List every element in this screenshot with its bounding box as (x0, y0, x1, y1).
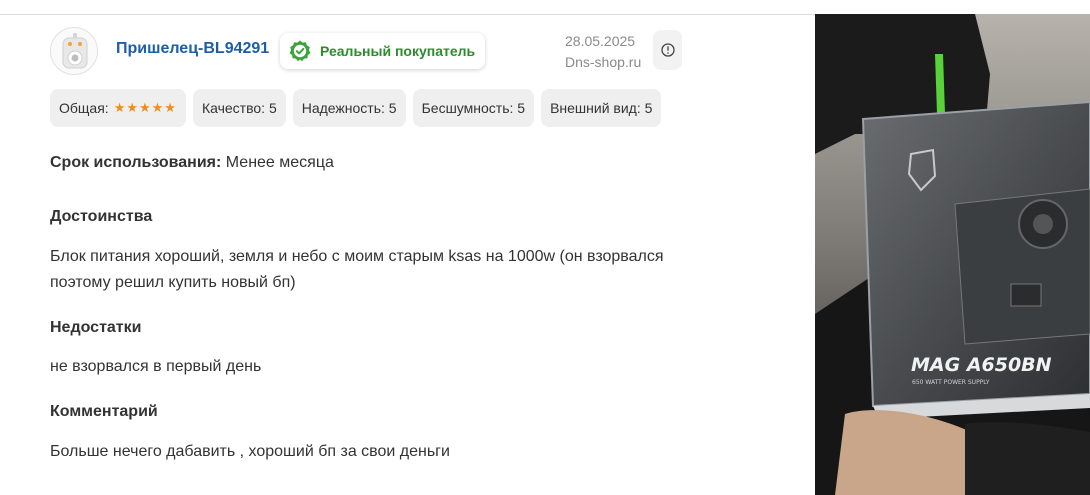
verified-check-icon (288, 39, 312, 63)
review-source: Dns-shop.ru (565, 54, 642, 70)
pros-title: Достоинства (50, 208, 153, 225)
rating-stars-icon: ★★★★★ (113, 100, 177, 115)
rating-overall-label: Общая: (59, 100, 109, 116)
product-photo-image: MAG A650BN 650 WATT POWER SUPPLY (815, 14, 1090, 495)
review-meta: 28.05.2025 Dns-shop.ru (565, 31, 641, 73)
usage-period-label: Срок использования: (50, 154, 222, 171)
product-subtitle-text: 650 WATT POWER SUPPLY (912, 379, 990, 386)
info-icon (660, 43, 675, 57)
top-divider (0, 14, 815, 15)
review-card: Пришелец-BL94291 Реальный покупатель 28.… (50, 26, 690, 460)
rating-overall-chip: Общая: ★★★★★ (50, 89, 186, 127)
rating-reliability-chip: Надежность: 5 (292, 89, 406, 127)
rating-noiseless-chip: Бесшумность: 5 (412, 89, 535, 127)
review-info-button[interactable] (653, 30, 682, 70)
rating-chips: Общая: ★★★★★ Качество: 5 Надежность: 5 Б… (50, 89, 662, 127)
cons-text: не взорвался в первый день (50, 358, 262, 375)
product-logo-text: MAG A650BN (911, 354, 1052, 376)
verified-buyer-badge: Реальный покупатель (280, 33, 486, 69)
author-name-link[interactable]: Пришелец-BL94291 (116, 40, 269, 58)
robot-avatar-icon (62, 33, 88, 69)
verified-buyer-label: Реальный покупатель (320, 43, 476, 59)
review-photo[interactable]: MAG A650BN 650 WATT POWER SUPPLY (815, 14, 1090, 495)
review-date: 28.05.2025 (565, 33, 636, 49)
comment-text: Больше нечего дабавить , хороший бп за с… (50, 443, 450, 460)
usage-period-value: Менее месяца (221, 154, 334, 171)
rating-appearance-chip: Внешний вид: 5 (541, 89, 662, 127)
comment-title: Комментарий (50, 403, 158, 420)
usage-period: Срок использования: Менее месяца (50, 154, 334, 172)
review-header: Пришелец-BL94291 Реальный покупатель 28.… (50, 26, 690, 76)
avatar (50, 27, 98, 75)
pros-text: Блок питания хороший, земля и небо с мои… (50, 244, 690, 296)
cons-title: Недостатки (50, 319, 142, 336)
rating-quality-chip: Качество: 5 (192, 89, 286, 127)
pros-text-line: поэтому решил купить новый бп) (50, 274, 296, 291)
pros-text-line: Блок питания хороший, земля и небо с мои… (50, 248, 664, 265)
